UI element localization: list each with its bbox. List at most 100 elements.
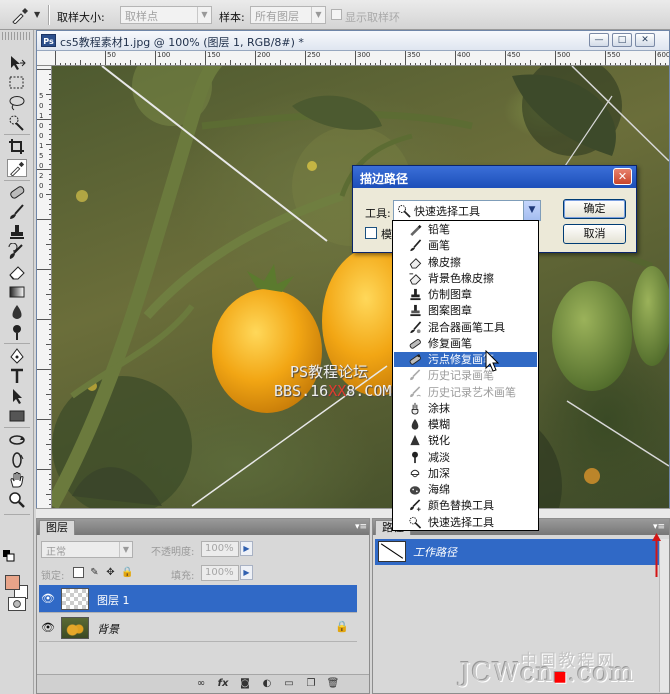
- dropdown-item[interactable]: 颜色替换工具: [394, 498, 537, 513]
- ruler-number: 500: [557, 51, 571, 59]
- cancel-button[interactable]: 取消: [563, 224, 626, 244]
- toolbox-grip[interactable]: [2, 32, 32, 40]
- dropdown-item[interactable]: 海绵: [394, 482, 537, 497]
- visibility-eye-icon[interactable]: 👁: [41, 621, 55, 635]
- ruler-number: 400: [457, 51, 471, 59]
- eraser-tool-icon[interactable]: [7, 263, 27, 281]
- minimize-button[interactable]: —: [589, 33, 609, 47]
- panel-menu-icon[interactable]: ▾≡: [355, 522, 367, 532]
- history-brush-icon: [410, 369, 421, 381]
- dropdown-item[interactable]: 铅笔: [394, 222, 537, 237]
- layer-row[interactable]: 👁 背景 🔒: [39, 614, 357, 642]
- lasso-tool-icon[interactable]: [7, 94, 27, 112]
- opacity-slider-arrow-icon[interactable]: ▶: [240, 541, 253, 556]
- dropdown-item[interactable]: 仿制图章: [394, 287, 537, 302]
- adjustment-layer-icon[interactable]: ◐: [259, 677, 275, 691]
- dropdown-item-label: 历史记录艺术画笔: [428, 385, 516, 399]
- layer-style-fx-icon[interactable]: fx: [215, 677, 231, 691]
- hand-tool-icon[interactable]: [7, 471, 27, 489]
- add-mask-icon[interactable]: ◙: [237, 677, 253, 691]
- preset-dropdown-arrow-icon[interactable]: ▼: [34, 10, 40, 19]
- type-tool-icon[interactable]: [7, 367, 27, 385]
- dropdown-item[interactable]: 画笔: [394, 238, 537, 253]
- path-row[interactable]: 工作路径: [375, 539, 659, 565]
- sample-select[interactable]: 所有图层 ▼: [250, 6, 326, 24]
- dropdown-item[interactable]: 减淡: [394, 450, 537, 465]
- visibility-eye-icon[interactable]: 👁: [41, 592, 55, 606]
- dropdown-item[interactable]: 污点修复画笔: [394, 352, 537, 367]
- 3d-rotate-tool-icon[interactable]: [7, 431, 27, 449]
- opacity-input[interactable]: 100%: [201, 541, 239, 557]
- dropdown-item[interactable]: 涂抹: [394, 401, 537, 416]
- image-canvas[interactable]: PS教程论坛 BBS.16XX8.COM: [52, 66, 669, 509]
- link-layers-icon[interactable]: ∞: [193, 677, 209, 691]
- layer-row[interactable]: 👁 图层 1: [39, 585, 357, 613]
- tab-layers[interactable]: 图层: [39, 520, 75, 535]
- clone-stamp-tool-icon[interactable]: [7, 223, 27, 241]
- blur-tool-icon[interactable]: [7, 303, 27, 321]
- fill-input[interactable]: 100%: [201, 565, 239, 581]
- close-button[interactable]: ✕: [635, 33, 655, 47]
- quick-mask-icon[interactable]: [8, 597, 26, 611]
- panel-menu-icon[interactable]: ▾≡: [653, 522, 665, 532]
- dialog-titlebar[interactable]: 描边路径 ✕: [353, 166, 636, 188]
- path-selection-tool-icon[interactable]: [7, 387, 27, 405]
- eyedropper-tool-preset-icon[interactable]: [10, 6, 30, 24]
- separator: [4, 180, 30, 181]
- ruler-number: 1: [39, 142, 44, 150]
- dropdown-item[interactable]: 历史记录画笔: [394, 368, 537, 383]
- dialog-close-button[interactable]: ✕: [613, 168, 632, 185]
- eyedropper-tool-icon[interactable]: [7, 159, 27, 177]
- delete-layer-icon[interactable]: 🗑: [325, 677, 341, 691]
- document-titlebar[interactable]: Ps cs5教程素材1.jpg @ 100% (图层 1, RGB/8#) * …: [37, 31, 669, 51]
- chevron-down-icon: ▼: [119, 542, 132, 557]
- blend-mode-value: 正常: [46, 547, 66, 558]
- dropdown-item-label: 修复画笔: [428, 336, 472, 350]
- dodge-tool-icon[interactable]: [7, 323, 27, 341]
- dropdown-item[interactable]: 修复画笔: [394, 336, 537, 351]
- dropdown-item-label: 图案图章: [428, 304, 472, 318]
- new-group-icon[interactable]: ▭: [281, 677, 297, 691]
- lock-paint-icon[interactable]: ✎: [89, 567, 100, 578]
- zoom-tool-icon[interactable]: [7, 491, 27, 509]
- tool-select[interactable]: 快速选择工具 ▼: [393, 200, 541, 221]
- ok-button[interactable]: 确定: [563, 199, 626, 219]
- rectangle-tool-icon[interactable]: [7, 407, 27, 425]
- blend-mode-select[interactable]: 正常 ▼: [41, 541, 133, 558]
- paths-scrollbar[interactable]: [659, 539, 669, 692]
- marquee-tool-icon[interactable]: [7, 74, 27, 92]
- dropdown-item[interactable]: 快速选择工具: [394, 515, 537, 530]
- dropdown-item[interactable]: 背景色橡皮擦: [394, 271, 537, 286]
- dropdown-item[interactable]: 锐化: [394, 433, 537, 448]
- foreground-color-swatch[interactable]: [5, 575, 20, 590]
- default-colors-icon[interactable]: [3, 550, 15, 562]
- ruler-number: 0: [39, 122, 44, 130]
- move-tool-icon[interactable]: [7, 54, 27, 72]
- quick-selection-tool-icon[interactable]: [7, 114, 27, 132]
- fill-slider-arrow-icon[interactable]: ▶: [240, 565, 253, 580]
- brush-tool-icon[interactable]: [7, 203, 27, 221]
- toolbox: [0, 30, 34, 694]
- simulate-pressure-checkbox[interactable]: [365, 227, 377, 239]
- dropdown-item[interactable]: 图案图章: [394, 303, 537, 318]
- show-sampling-ring-checkbox[interactable]: [331, 9, 342, 20]
- layer-locked-icon: 🔒: [335, 620, 349, 633]
- lock-move-icon[interactable]: ✥: [105, 567, 116, 578]
- pen-tool-icon[interactable]: [7, 347, 27, 365]
- gradient-tool-icon[interactable]: [7, 283, 27, 301]
- dropdown-item[interactable]: 模糊: [394, 417, 537, 432]
- dropdown-item[interactable]: 橡皮擦: [394, 255, 537, 270]
- lock-all-icon[interactable]: 🔒: [121, 567, 133, 578]
- 3d-orbit-tool-icon[interactable]: [7, 451, 27, 469]
- history-brush-tool-icon[interactable]: [7, 243, 27, 261]
- lock-transparent-icon[interactable]: [73, 567, 84, 578]
- sample-size-select[interactable]: 取样点 ▼: [120, 6, 212, 24]
- crop-tool-icon[interactable]: [7, 138, 27, 156]
- dropdown-item[interactable]: 加深: [394, 466, 537, 481]
- new-layer-icon[interactable]: ❐: [303, 677, 319, 691]
- spot-healing-tool-icon[interactable]: [7, 183, 27, 201]
- dropdown-item[interactable]: 混合器画笔工具: [394, 320, 537, 335]
- dropdown-item[interactable]: 历史记录艺术画笔: [394, 385, 537, 400]
- background-eraser-icon: [409, 273, 422, 285]
- maximize-button[interactable]: □: [612, 33, 632, 47]
